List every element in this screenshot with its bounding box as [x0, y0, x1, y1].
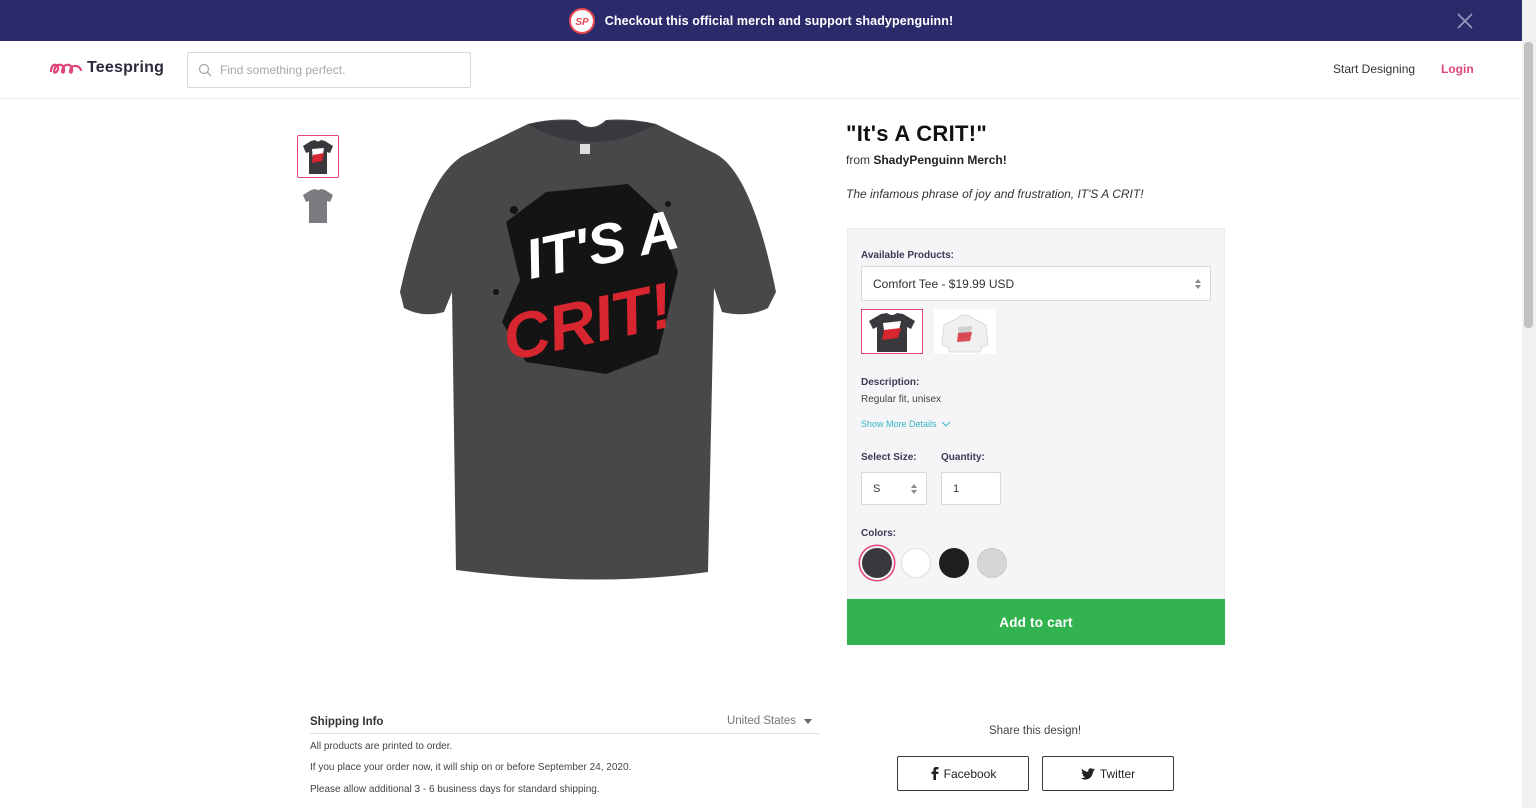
twitter-icon — [1080, 767, 1095, 780]
teespring-logo-icon — [49, 63, 83, 74]
shipping-line: Please allow additional 3 - 6 business d… — [310, 784, 600, 795]
site-header: Teespring Start Designing Login — [0, 41, 1522, 99]
facebook-icon — [931, 767, 939, 780]
share-twitter-button[interactable]: Twitter — [1042, 756, 1174, 791]
color-swatch-light-grey[interactable] — [977, 548, 1007, 578]
share-title: Share this design! — [989, 725, 1082, 737]
banner-text: Checkout this official merch and support… — [604, 13, 954, 28]
description-label: Description: — [861, 377, 920, 388]
svg-text:SP: SP — [575, 17, 589, 28]
updown-arrows-icon — [1195, 279, 1201, 289]
country-value: United States — [726, 715, 796, 727]
selected-product: Comfort Tee - $19.99 USD — [873, 276, 1015, 291]
store-name-link[interactable]: ShadyPenguinn Merch! — [873, 153, 1006, 167]
variant-hoodie[interactable] — [934, 309, 996, 354]
close-icon[interactable] — [1456, 12, 1474, 30]
tshirt-front-thumbnail-icon — [303, 139, 333, 174]
brand-name: Teespring — [87, 59, 165, 76]
color-swatch-white[interactable] — [901, 548, 931, 578]
caret-down-icon — [804, 718, 812, 724]
announcement-banner: SP Checkout this official merch and supp… — [0, 0, 1522, 41]
tshirt-variant-icon — [869, 312, 915, 352]
product-options-panel: Available Products: Comfort Tee - $19.99… — [847, 228, 1225, 599]
product-title: "It's A CRIT!" — [846, 121, 988, 146]
colors-label: Colors: — [861, 528, 896, 539]
size-updown-arrows-icon — [911, 484, 917, 494]
search-icon — [198, 63, 212, 77]
shipping-line: If you place your order now, it will shi… — [310, 762, 632, 773]
from-label: from — [846, 153, 870, 167]
thumbnail-back[interactable] — [297, 184, 339, 227]
color-swatch-black[interactable] — [939, 548, 969, 578]
thumbnail-front[interactable] — [297, 135, 339, 178]
country-select[interactable]: United States — [727, 715, 812, 727]
shipping-info-header: Shipping Info United States — [310, 715, 820, 734]
size-select[interactable]: S — [861, 472, 927, 505]
hoodie-variant-icon — [941, 314, 989, 352]
search-box[interactable] — [187, 52, 471, 88]
chevron-down-icon — [941, 421, 950, 427]
facebook-label: Facebook — [943, 766, 997, 781]
shipping-line: All products are printed to order. — [310, 741, 453, 752]
shipping-info-title: Shipping Info — [310, 716, 384, 728]
twitter-label: Twitter — [1099, 766, 1136, 781]
description-text: Regular fit, unisex — [861, 394, 942, 405]
share-facebook-button[interactable]: Facebook — [897, 756, 1029, 791]
show-more-details-link[interactable]: Show More Details — [861, 419, 951, 429]
tshirt-back-thumbnail-icon — [303, 188, 333, 223]
login-link[interactable]: Login — [1441, 62, 1474, 76]
scrollbar[interactable] — [1522, 0, 1536, 808]
scrollbar-thumb[interactable] — [1524, 42, 1533, 328]
show-more-label: Show More Details — [861, 419, 937, 429]
color-swatch-heather-black[interactable] — [862, 548, 892, 578]
store-logo-icon: SP — [568, 7, 595, 34]
product-tagline: The infamous phrase of joy and frustrati… — [846, 187, 1144, 201]
store-byline: from ShadyPenguinn Merch! — [846, 153, 1007, 167]
size-label: Select Size: — [861, 452, 917, 463]
available-products-label: Available Products: — [861, 250, 954, 261]
product-image: IT'S A CRIT! — [396, 112, 786, 592]
size-value: S — [873, 482, 881, 495]
quantity-input[interactable]: 1 — [941, 472, 1001, 505]
quantity-value: 1 — [953, 482, 960, 495]
product-select[interactable]: Comfort Tee - $19.99 USD — [861, 266, 1211, 301]
teespring-logo[interactable]: Teespring — [49, 59, 164, 77]
start-designing-link[interactable]: Start Designing — [1333, 62, 1415, 76]
variant-comfort-tee[interactable] — [861, 309, 923, 354]
search-input[interactable] — [220, 63, 460, 77]
add-to-cart-button[interactable]: Add to cart — [847, 599, 1225, 645]
quantity-label: Quantity: — [941, 452, 985, 463]
